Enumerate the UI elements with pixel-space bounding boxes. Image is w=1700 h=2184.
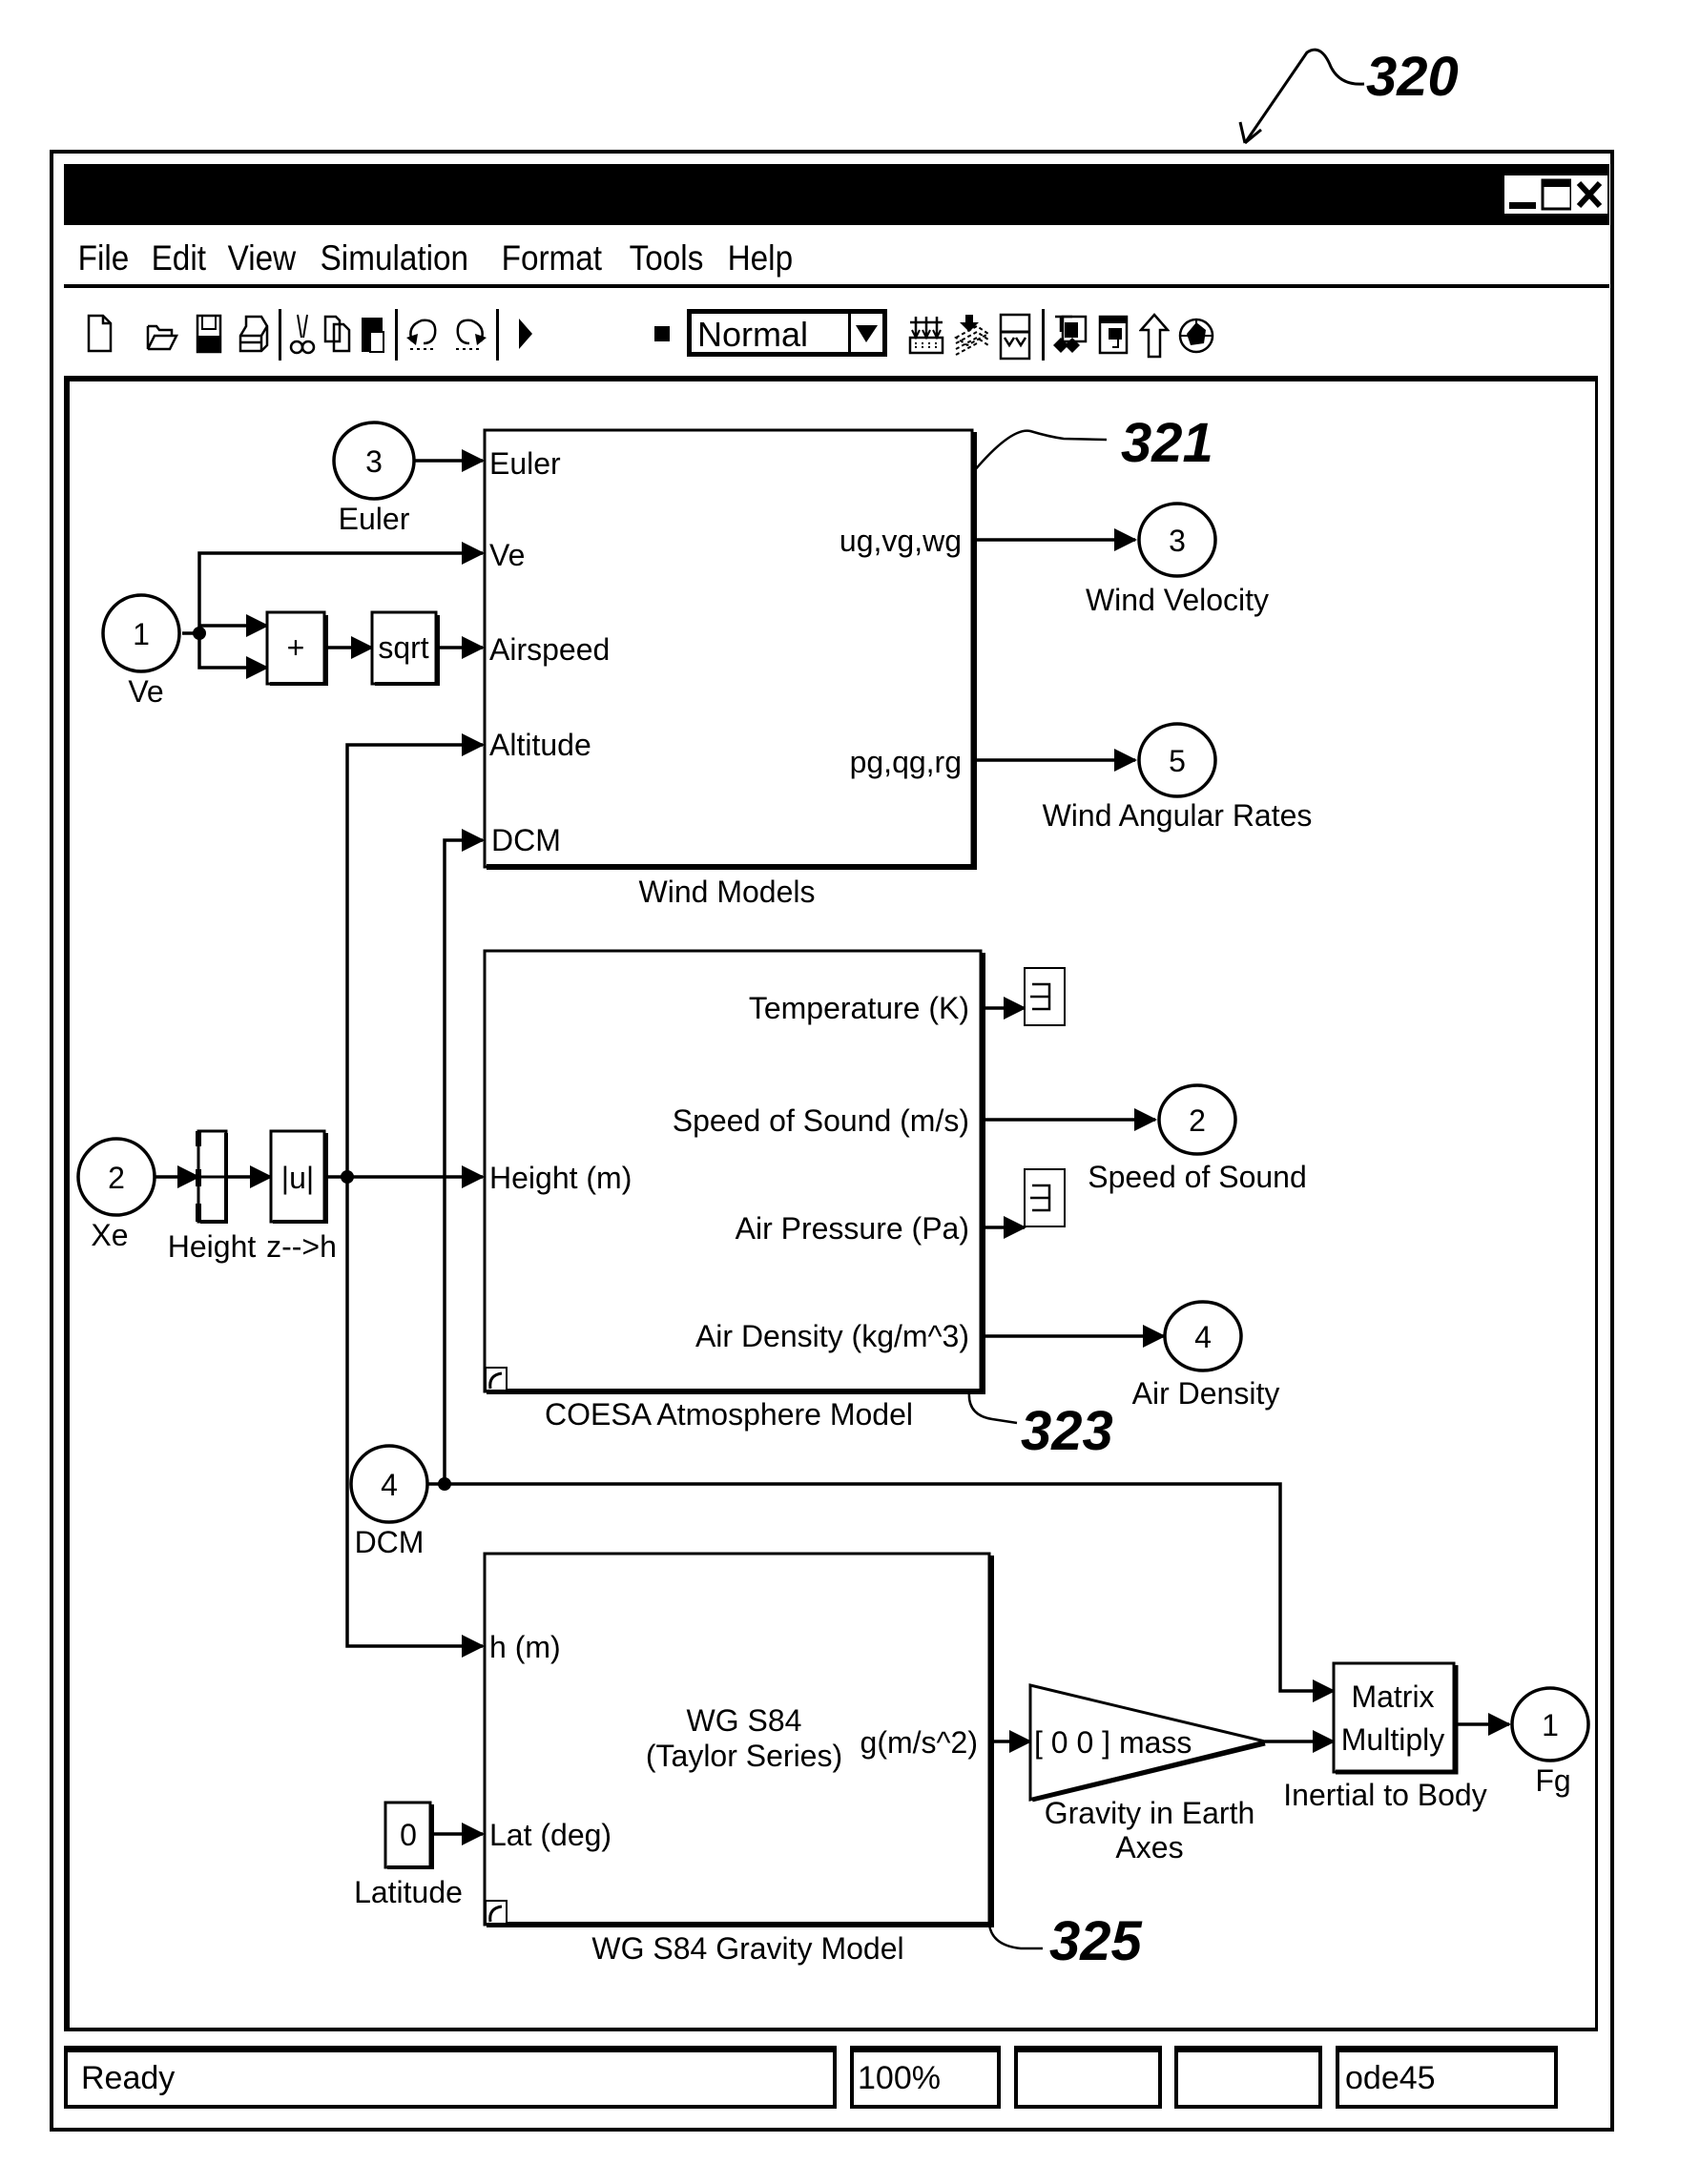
port-altitude: Altitude — [489, 728, 591, 762]
abs-label: |u| — [281, 1161, 314, 1195]
signal-dcm-to-wind[interactable] — [443, 829, 485, 1484]
matrix-multiply-block[interactable]: Matrix Multiply — [1332, 1661, 1459, 1775]
outport-speed-of-sound[interactable]: 2 Speed of Sound — [1088, 1083, 1307, 1194]
port-lat: Lat (deg) — [489, 1818, 612, 1852]
junction-dcm — [438, 1477, 451, 1491]
inport-label: DCM — [355, 1525, 425, 1559]
outport-number: 3 — [1169, 524, 1186, 558]
inport-number: 4 — [381, 1468, 398, 1502]
outport-fg[interactable]: 1 Fg — [1510, 1686, 1590, 1798]
junction-ve — [193, 627, 206, 640]
terminator-air-pressure[interactable] — [1024, 1168, 1066, 1227]
signal-ve-to-sum-b[interactable] — [197, 633, 269, 679]
gravity-body-subtitle: (Taylor Series) — [646, 1739, 842, 1773]
outport-air-density[interactable]: 4 Air Density — [1132, 1300, 1280, 1411]
port-air-density: Air Density (kg/m^3) — [695, 1319, 969, 1353]
gravity-body-title: WG S84 — [687, 1703, 802, 1738]
sqrt-block[interactable]: sqrt — [370, 610, 440, 686]
matmul-line1: Matrix — [1351, 1679, 1434, 1714]
sum-block[interactable]: + — [265, 610, 328, 686]
callout-323-label: 323 — [1021, 1400, 1113, 1462]
gravity-model-label: WG S84 Gravity Model — [591, 1931, 903, 1966]
inport-number: 1 — [133, 617, 150, 651]
port-g: g(m/s^2) — [860, 1725, 978, 1760]
status-field-3 — [1014, 2046, 1162, 2109]
block-diagram: 3 Euler 1 Ve 2 Xe 4 DCM + sqrt Euler Ve … — [76, 412, 1590, 1972]
outport-label: Wind Angular Rates — [1043, 798, 1313, 833]
signal-h[interactable] — [345, 1177, 485, 1658]
port-height: Height (m) — [489, 1161, 632, 1195]
port-speed-of-sound: Speed of Sound (m/s) — [673, 1103, 969, 1138]
matmul-label: Inertial to Body — [1283, 1778, 1486, 1812]
matmul-line2: Multiply — [1341, 1722, 1444, 1757]
outport-number: 1 — [1542, 1708, 1559, 1742]
atmosphere-model-label: COESA Atmosphere Model — [545, 1397, 913, 1432]
latitude-label: Latitude — [354, 1875, 463, 1909]
outport-wind-angular-rates[interactable]: 5 Wind Angular Rates — [1043, 722, 1313, 833]
abs-block-label: z-->h — [266, 1229, 337, 1264]
inport-label: Ve — [128, 674, 163, 709]
atmosphere-model-block[interactable]: Height (m) Temperature (K) Speed of Soun… — [483, 949, 985, 1394]
status-field-4 — [1174, 2046, 1322, 2109]
outport-number: 2 — [1189, 1103, 1206, 1138]
latitude-value: 0 — [400, 1818, 417, 1852]
inport-xe[interactable]: 2 Xe — [76, 1137, 156, 1252]
sum-sign: + — [287, 630, 305, 665]
outport-label: Fg — [1535, 1763, 1570, 1798]
outport-number: 5 — [1169, 744, 1186, 778]
inport-ve[interactable]: 1 Ve — [101, 593, 181, 709]
library-link-icon — [485, 1900, 508, 1925]
inport-dcm[interactable]: 4 DCM — [349, 1444, 429, 1559]
status-message: Ready — [64, 2046, 837, 2109]
port-ve: Ve — [489, 538, 525, 572]
inport-label: Euler — [339, 502, 410, 536]
height-selector-block[interactable] — [196, 1129, 228, 1224]
outport-label: Wind Velocity — [1086, 583, 1269, 617]
gain-value: [ 0 0 ] mass — [1034, 1725, 1192, 1760]
callout-leader-325 — [987, 1924, 1043, 1950]
port-euler: Euler — [489, 446, 561, 481]
gain-label-line1: Gravity in Earth — [1045, 1796, 1255, 1830]
gravity-model-block[interactable]: h (m) Lat (deg) WG S84 (Taylor Series) g… — [483, 1552, 994, 1927]
port-airspeed: Airspeed — [489, 632, 610, 667]
signal-altitude[interactable] — [345, 733, 485, 1177]
latitude-constant-block[interactable]: 0 — [384, 1801, 434, 1869]
terminator-temperature[interactable] — [1024, 967, 1066, 1026]
gravity-gain-block[interactable]: [ 0 0 ] mass — [1028, 1683, 1266, 1803]
sqrt-label: sqrt — [378, 630, 428, 665]
wind-models-label: Wind Models — [639, 875, 816, 909]
inport-number: 3 — [365, 444, 383, 479]
port-h: h (m) — [489, 1630, 561, 1664]
height-selector-label: Height — [168, 1229, 257, 1264]
port-dcm: DCM — [491, 823, 561, 857]
outport-number: 4 — [1194, 1320, 1212, 1354]
port-temperature: Temperature (K) — [749, 991, 969, 1025]
inport-label: Xe — [91, 1218, 128, 1252]
status-solver: ode45 — [1336, 2046, 1558, 2109]
wind-models-block[interactable]: Euler Ve Airspeed Altitude DCM ug,vg,wg … — [483, 428, 977, 870]
gain-label-line2: Axes — [1115, 1830, 1183, 1865]
inport-number: 2 — [108, 1161, 125, 1195]
outport-wind-velocity[interactable]: 3 Wind Velocity — [1086, 502, 1269, 617]
callout-325-label: 325 — [1049, 1910, 1143, 1972]
junction-height — [341, 1170, 354, 1184]
status-bar: Ready 100% ode45 — [64, 2046, 1590, 2109]
callout-321-label: 321 — [1121, 412, 1213, 474]
port-pg-qg-rg: pg,qg,rg — [850, 745, 962, 779]
library-link-icon — [485, 1367, 508, 1391]
port-ug-vg-wg: ug,vg,wg — [840, 524, 962, 558]
inport-euler[interactable]: 3 Euler — [332, 421, 416, 536]
callout-leader-321 — [973, 429, 1108, 472]
signal-ve-to-wind[interactable] — [197, 542, 485, 633]
callout-leader-323 — [967, 1391, 1018, 1425]
outport-label: Speed of Sound — [1088, 1160, 1307, 1194]
outport-label: Air Density — [1132, 1376, 1280, 1411]
port-air-pressure: Air Pressure (Pa) — [736, 1211, 969, 1246]
abs-block[interactable]: |u| — [269, 1129, 328, 1224]
status-zoom: 100% — [850, 2046, 1001, 2109]
